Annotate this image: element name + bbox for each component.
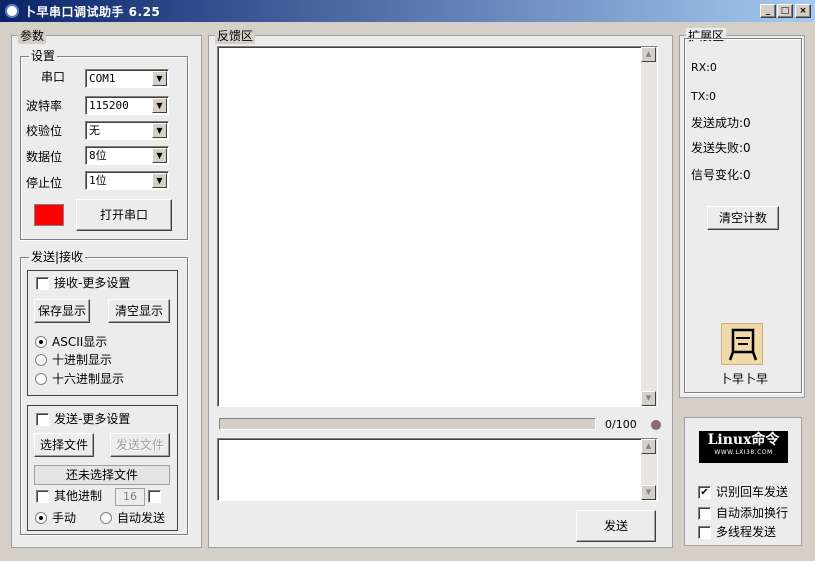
- send-more-label: 发送-更多设置: [54, 412, 131, 426]
- send-fail-count: 发送失败:0: [691, 141, 751, 155]
- avatar-glyph-icon: [728, 328, 758, 361]
- params-panel: 参数 设置 串口 COM1 ▼ 波特率 115200 ▼ 校验位 无 ▼ 数据位…: [11, 28, 202, 548]
- open-port-button[interactable]: 打开串口: [76, 199, 172, 231]
- baud-select[interactable]: 115200 ▼: [85, 96, 169, 115]
- recv-box: 接收-更多设置 保存显示 清空显示 ASCII显示 十进制显示 十六进制显示: [27, 270, 178, 396]
- title-bar: 卜早串口调试助手 6.25 _ □ ×: [0, 0, 815, 22]
- recv-more-label: 接收-更多设置: [54, 276, 131, 290]
- receive-textarea[interactable]: ▲ ▼: [217, 46, 658, 407]
- clear-display-button[interactable]: 清空显示: [108, 299, 170, 323]
- avatar-icon[interactable]: [721, 323, 763, 365]
- other-base-checkbox[interactable]: [36, 490, 49, 503]
- ascii-label: ASCII显示: [52, 335, 108, 349]
- params-legend: 参数: [18, 28, 47, 44]
- close-button[interactable]: ×: [795, 4, 811, 18]
- databits-label: 数据位: [26, 150, 63, 164]
- progress-text: 0/100: [605, 418, 637, 431]
- manual-label: 手动: [52, 511, 77, 525]
- stopbits-label: 停止位: [26, 176, 63, 190]
- base-input[interactable]: 16: [115, 488, 145, 506]
- auto-send-radio[interactable]: [100, 512, 112, 524]
- scroll-up-icon[interactable]: ▲: [641, 439, 656, 454]
- send-recv-group: 发送|接收 接收-更多设置 保存显示 清空显示 ASCII显示 十进制显示 十六…: [20, 249, 188, 535]
- send-file-button[interactable]: 发送文件: [110, 433, 170, 457]
- scroll-up-icon[interactable]: ▲: [641, 47, 656, 62]
- progress-bar: [219, 418, 596, 430]
- maximize-button[interactable]: □: [777, 4, 793, 18]
- databits-select[interactable]: 8位 ▼: [85, 146, 169, 165]
- status-dot: [651, 420, 661, 430]
- send-more-checkbox[interactable]: [36, 413, 49, 426]
- parity-label: 校验位: [26, 124, 63, 138]
- crlf-label: 识别回车发送: [716, 485, 789, 499]
- decimal-label: 十进制显示: [52, 353, 113, 367]
- crlf-checkbox[interactable]: ✔: [698, 486, 711, 499]
- parity-select[interactable]: 无 ▼: [85, 121, 169, 140]
- chevron-down-icon[interactable]: ▼: [152, 148, 167, 163]
- databits-value: 8位: [89, 149, 107, 162]
- baud-label: 波特率: [26, 99, 63, 113]
- rx-count: RX:0: [691, 61, 717, 74]
- newline-label: 自动添加换行: [716, 506, 789, 520]
- newline-checkbox[interactable]: [698, 507, 711, 520]
- save-display-button[interactable]: 保存显示: [34, 299, 90, 323]
- ascii-radio[interactable]: [35, 336, 47, 348]
- baud-value: 115200: [89, 99, 129, 112]
- port-select[interactable]: COM1 ▼: [85, 69, 169, 88]
- feedback-legend: 反馈区: [215, 28, 256, 44]
- multithread-checkbox[interactable]: [698, 526, 711, 539]
- parity-value: 无: [89, 124, 100, 137]
- tx-count: TX:0: [691, 90, 716, 103]
- clear-count-button[interactable]: 清空计数: [707, 206, 779, 230]
- hex-radio[interactable]: [35, 373, 47, 385]
- logo-sub: WWW.LXI38.COM: [714, 449, 773, 456]
- auto-send-label: 自动发送: [117, 511, 166, 525]
- other-base-label: 其他进制: [54, 489, 103, 503]
- ext-panel: 扩展区 RX:0 TX:0 发送成功:0 发送失败:0 信号变化:0 清空计数 …: [679, 28, 805, 398]
- options-panel: Linux命令 WWW.LXI38.COM ✔ 识别回车发送 自动添加换行 多线…: [684, 417, 802, 546]
- base-option-checkbox[interactable]: [148, 490, 161, 503]
- port-value: COM1: [89, 72, 116, 85]
- port-label: 串口: [41, 70, 66, 84]
- scroll-down-icon[interactable]: ▼: [641, 485, 656, 500]
- chevron-down-icon[interactable]: ▼: [152, 98, 167, 113]
- multithread-label: 多线程发送: [716, 525, 777, 539]
- receive-scrollbar[interactable]: ▲ ▼: [641, 47, 657, 406]
- app-icon: [5, 4, 19, 18]
- choose-file-button[interactable]: 选择文件: [34, 433, 94, 457]
- file-status: 还未选择文件: [34, 465, 170, 485]
- send-recv-legend: 发送|接收: [29, 249, 86, 265]
- window-title: 卜早串口调试助手 6.25: [24, 5, 161, 19]
- send-box: 发送-更多设置 选择文件 发送文件 还未选择文件 其他进制 16 手动 自动发送: [27, 405, 178, 531]
- send-scrollbar[interactable]: ▲ ▼: [641, 439, 657, 500]
- logo-text: Linux命令: [707, 432, 780, 448]
- signal-change-count: 信号变化:0: [691, 168, 751, 182]
- minimize-button[interactable]: _: [760, 4, 776, 18]
- scroll-down-icon[interactable]: ▼: [641, 391, 656, 406]
- stopbits-select[interactable]: 1位 ▼: [85, 171, 169, 190]
- chevron-down-icon[interactable]: ▼: [152, 123, 167, 138]
- send-textarea[interactable]: ▲ ▼: [217, 438, 658, 501]
- chevron-down-icon[interactable]: ▼: [152, 71, 167, 86]
- manual-radio[interactable]: [35, 512, 47, 524]
- send-button[interactable]: 发送: [576, 510, 656, 542]
- logo: Linux命令 WWW.LXI38.COM: [699, 431, 788, 463]
- stopbits-value: 1位: [89, 174, 107, 187]
- hex-label: 十六进制显示: [52, 372, 125, 386]
- decimal-radio[interactable]: [35, 354, 47, 366]
- chevron-down-icon[interactable]: ▼: [152, 173, 167, 188]
- settings-group: 设置 串口 COM1 ▼ 波特率 115200 ▼ 校验位 无 ▼ 数据位 8位…: [20, 48, 188, 240]
- recv-more-checkbox[interactable]: [36, 277, 49, 290]
- port-status-indicator: [34, 204, 64, 226]
- send-ok-count: 发送成功:0: [691, 116, 751, 130]
- feedback-panel: 反馈区 ▲ ▼ 0/100 ▲ ▼ 发送: [208, 28, 673, 548]
- settings-legend: 设置: [29, 48, 58, 64]
- avatar-name: 卜早卜早: [720, 372, 769, 386]
